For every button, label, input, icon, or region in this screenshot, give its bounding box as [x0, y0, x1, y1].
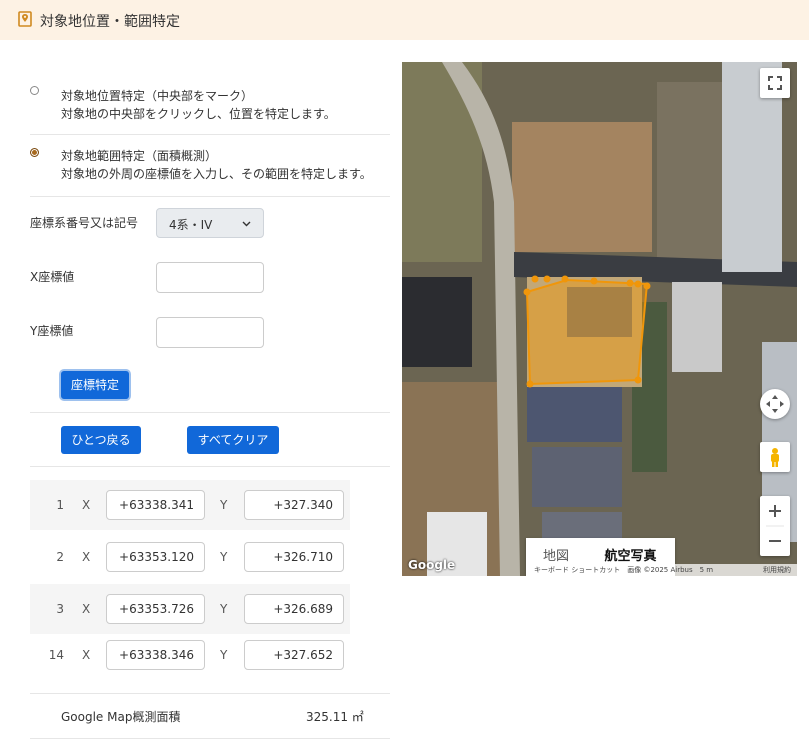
coord-y-label: Y — [220, 498, 228, 512]
coord-index: 2 — [56, 550, 64, 564]
google-logo: Google — [408, 558, 456, 572]
coord-y-input[interactable]: +327.340 — [244, 490, 344, 520]
terms-link[interactable]: 利用規約 — [763, 564, 791, 576]
y-label: Y座標値 — [30, 324, 74, 338]
coord-index: 1 — [56, 498, 64, 512]
clear-all-button[interactable]: すべてクリア — [187, 426, 279, 454]
coord-x-input[interactable]: +63353.120 — [106, 542, 205, 572]
system-select-value: 4系・IV — [169, 218, 213, 232]
system-select[interactable]: 4系・IV — [156, 208, 264, 238]
y-input[interactable] — [156, 317, 264, 348]
coord-row: 2 X +63353.120 Y +326.710 — [30, 532, 350, 582]
coord-row: 14 X +63338.346 Y +327.652 — [30, 630, 350, 680]
map-attribution: キーボード ショートカット 画像 ©2025 Airbus 5 m 利用規約 — [526, 564, 797, 576]
option-range-desc: 対象地の外周の座標値を入力し、その範囲を特定します。 — [61, 167, 372, 181]
option-range-title: 対象地範囲特定（面積概測） — [61, 149, 218, 163]
coord-row: 3 X +63353.726 Y +326.689 — [30, 584, 350, 634]
map-pin-icon — [18, 11, 32, 27]
coord-y-input[interactable]: +326.689 — [244, 594, 344, 624]
coord-x-label: X — [82, 498, 91, 512]
fullscreen-button[interactable] — [760, 68, 790, 98]
coord-y-label: Y — [220, 550, 228, 564]
radio-range[interactable] — [30, 148, 39, 157]
locate-button[interactable]: 座標特定 — [61, 371, 129, 399]
zoom-controls — [760, 496, 790, 556]
coord-x-input[interactable]: +63338.341 — [106, 490, 205, 520]
satellite-map[interactable]: 地図 航空写真 キーボード ショートカット 画像 ©2025 Airbus 5 … — [402, 62, 797, 576]
coord-y-label: Y — [220, 602, 228, 616]
x-label: X座標値 — [30, 270, 75, 284]
survey-polygon[interactable] — [402, 62, 797, 576]
zoom-icons — [766, 505, 784, 542]
fullscreen-icon — [768, 76, 782, 90]
page-title: 対象地位置・範囲特定 — [40, 14, 180, 30]
move-arrows-icon — [766, 395, 784, 413]
radio-position[interactable] — [30, 86, 39, 95]
coord-x-label: X — [82, 602, 91, 616]
camera-control-button[interactable] — [760, 389, 790, 419]
system-label: 座標系番号又は記号 — [30, 216, 139, 230]
x-input[interactable] — [156, 262, 264, 293]
coord-y-label: Y — [220, 648, 228, 662]
coord-x-input[interactable]: +63338.346 — [106, 640, 205, 670]
option-position-desc: 対象地の中央部をクリックし、位置を特定します。 — [61, 107, 336, 121]
area-label: Google Map概測面積 — [61, 710, 181, 724]
area-value: 325.11 ㎡ — [306, 710, 364, 724]
page-header: 対象地位置・範囲特定 — [0, 0, 809, 40]
chevron-down-icon — [242, 221, 251, 227]
pegman-icon — [771, 448, 779, 467]
coord-index: 3 — [56, 602, 64, 616]
coord-x-label: X — [82, 550, 91, 564]
coord-x-label: X — [82, 648, 91, 662]
option-range[interactable]: 対象地範囲特定（面積概測） 対象地の外周の座標値を入力し、その範囲を特定します。 — [30, 134, 390, 197]
divider — [30, 466, 390, 467]
area-row: Google Map概測面積 325.11 ㎡ — [30, 693, 390, 739]
coord-index: 14 — [48, 648, 64, 662]
attribution-text: キーボード ショートカット 画像 ©2025 Airbus 5 m — [534, 566, 714, 574]
divider — [30, 412, 390, 413]
back-button[interactable]: ひとつ戻る — [61, 426, 141, 454]
coord-y-input[interactable]: +326.710 — [244, 542, 344, 572]
coord-x-input[interactable]: +63353.726 — [106, 594, 205, 624]
option-position[interactable]: 対象地位置特定（中央部をマーク） 対象地の中央部をクリックし、位置を特定します。 — [30, 72, 390, 135]
coord-row: 1 X +63338.341 Y +327.340 — [30, 480, 350, 530]
coord-y-input[interactable]: +327.652 — [244, 640, 344, 670]
option-position-title: 対象地位置特定（中央部をマーク） — [61, 89, 254, 103]
street-view-button[interactable] — [760, 442, 790, 472]
